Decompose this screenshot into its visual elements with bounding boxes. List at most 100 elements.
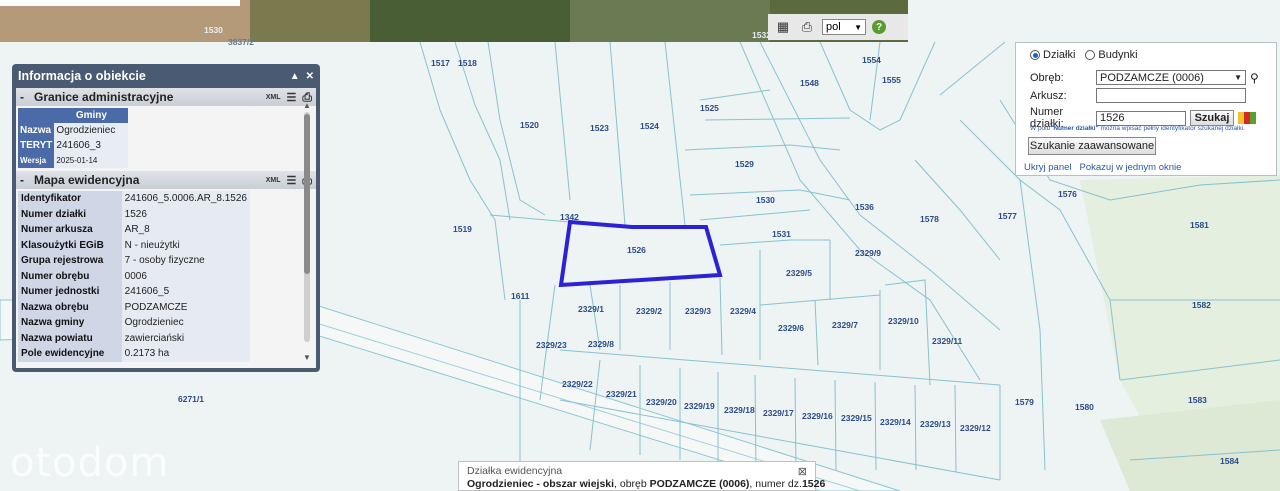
list-icon[interactable]: ☰ <box>287 91 297 104</box>
plot-label: 6271/1 <box>178 394 204 404</box>
xml-icon[interactable]: XML <box>266 177 281 184</box>
row-value: zawierciański <box>121 330 250 346</box>
language-select[interactable]: pol ▼ <box>822 19 866 35</box>
plot-label: 1583 <box>1188 395 1207 405</box>
table-row: Nazwa obrębu PODZAMCZE <box>18 299 250 315</box>
plot-label: 1581 <box>1190 220 1209 230</box>
search-icon[interactable]: ⚲ <box>1250 71 1259 85</box>
plot-label: 2329/23 <box>536 340 567 350</box>
section-header-admin[interactable]: - Granice administracyjne XML ☰ ⎙ <box>16 88 316 106</box>
row-value: PODZAMCZE <box>121 299 250 315</box>
hide-panel-link[interactable]: Ukryj panel <box>1024 162 1072 173</box>
scroll-up-icon[interactable]: ▲ <box>303 101 310 110</box>
table-row: Nazwa gminy Ogrodzieniec <box>18 315 250 331</box>
section-header-parcel[interactable]: - Mapa ewidencyjna XML ☰ ⎙ <box>16 171 316 189</box>
table-icon[interactable]: ▦ <box>774 18 792 36</box>
plot-label: 2329/15 <box>841 413 872 423</box>
info-panel-title: Informacja o obiekcie <box>18 69 146 83</box>
radio-parcels-label: Działki <box>1043 49 1076 61</box>
advanced-search-button[interactable]: Szukanie zaawansowane <box>1028 137 1156 155</box>
plot-label: 2329/11 <box>932 336 963 346</box>
plot-label: 1530 <box>756 195 775 205</box>
plot-label: 2329/13 <box>920 419 951 429</box>
plot-label: 2329/20 <box>646 397 677 407</box>
xml-icon[interactable]: XML <box>266 94 281 101</box>
parcel-number-input[interactable]: 1526 <box>1096 110 1186 126</box>
plot-label: 1525 <box>700 103 719 113</box>
info-panel-header[interactable]: Informacja o obiekcie ▲ ✕ <box>14 66 318 86</box>
row-label: Pole ewidencyjne <box>18 346 122 362</box>
plot-label: 1524 <box>640 121 659 131</box>
row-label: Numer obrębu <box>18 268 122 284</box>
plot-label: 2329/17 <box>763 408 794 418</box>
row-label: Grupa rejestrowa <box>18 253 122 269</box>
admin-table: Gminy Nazwa Ogrodzieniec TERYT 241606_3 … <box>18 108 129 168</box>
row-value: 2025-01-14 <box>54 153 129 168</box>
plot-label: 1580 <box>1075 402 1094 412</box>
scroll-thumb[interactable] <box>304 114 310 274</box>
radio-parcels[interactable] <box>1030 50 1040 60</box>
radio-buildings[interactable] <box>1085 50 1096 60</box>
close-icon[interactable]: ✕ <box>306 71 314 82</box>
table-header: Gminy <box>54 108 129 123</box>
collapse-minus-icon[interactable]: - <box>20 90 34 104</box>
chevron-down-icon: ▼ <box>854 22 862 32</box>
table-row: Numer jednostki 241606_5 <box>18 284 250 300</box>
parcel-table: Identyfikator 241606_5.0006.AR_8.1526 Nume… <box>18 191 250 362</box>
close-icon[interactable]: ⊠ <box>798 465 807 478</box>
table-row: Grupa rejestrowa 7 - osoby fizyczne <box>18 253 250 269</box>
table-row: Klasoużytki EGiB N - nieużytki <box>18 237 250 253</box>
plot-label: 1579 <box>1015 397 1034 407</box>
popup-commune: Ogrodzieniec - obszar wiejski <box>467 478 615 490</box>
sheet-label: Arkusz: <box>1030 89 1067 102</box>
list-icon[interactable]: ☰ <box>287 174 297 187</box>
status-legend-icon <box>1238 112 1256 124</box>
plot-label: 2329/7 <box>832 320 858 330</box>
table-row: Wersja 2025-01-14 <box>18 153 129 168</box>
table-row: TERYT 241606_3 <box>18 138 129 153</box>
section-title: Mapa ewidencyjna <box>34 173 140 187</box>
language-value: pol <box>826 21 841 33</box>
plot-label: 2329/12 <box>960 423 991 433</box>
help-icon[interactable]: ? <box>872 20 886 34</box>
table-row: Numer obrębu 0006 <box>18 268 250 284</box>
plot-label: 2329/3 <box>685 306 711 316</box>
precinct-select[interactable]: PODZAMCZE (0006) ▼ <box>1096 70 1246 85</box>
search-hint: W polu "Numer działki" można wpisać pełn… <box>1030 125 1245 132</box>
sheet-input[interactable] <box>1096 88 1246 103</box>
collapse-minus-icon[interactable]: - <box>20 173 34 187</box>
row-label: Nazwa gminy <box>18 315 122 331</box>
status-green <box>1250 112 1256 124</box>
plot-label: 2329/2 <box>636 306 662 316</box>
print-icon[interactable]: ⎙ <box>798 18 816 36</box>
chevron-down-icon: ▼ <box>1234 73 1242 82</box>
scroll-down-icon[interactable]: ▼ <box>303 353 310 360</box>
plot-label: 1523 <box>590 123 609 133</box>
plot-label: 2329/1 <box>578 304 604 314</box>
plot-label: 1554 <box>862 55 881 65</box>
plot-label: 1530 <box>204 25 223 35</box>
plot-label: 1526 <box>627 245 646 255</box>
hint-pre: W polu <box>1030 125 1051 132</box>
plot-label: 1518 <box>458 58 477 68</box>
info-panel-body: - Granice administracyjne XML ☰ ⎙ Gminy … <box>16 88 316 368</box>
popup-title: Działka ewidencyjna <box>467 465 563 477</box>
row-label: Numer arkusza <box>18 222 122 238</box>
plot-label: 2329/8 <box>588 339 614 349</box>
plot-label: 1578 <box>920 214 939 224</box>
plot-label: 1536 <box>855 202 874 212</box>
search-button[interactable]: Szukaj <box>1190 110 1234 126</box>
row-value: 0006 <box>121 268 250 284</box>
one-window-link[interactable]: Pokazuj w jednym oknie <box>1080 162 1182 173</box>
row-label: Nazwa <box>18 123 55 138</box>
row-value: AR_8 <box>121 222 250 238</box>
collapse-icon[interactable]: ▲ <box>290 71 300 82</box>
plot-label: 2329/21 <box>606 389 637 399</box>
plot-label: 1519 <box>453 224 472 234</box>
row-value: 7 - osoby fizyczne <box>121 253 250 269</box>
plot-label: 1576 <box>1058 189 1077 199</box>
plot-label: 1582 <box>1192 300 1211 310</box>
scrollbar[interactable]: ▲ ▼ <box>302 100 310 360</box>
row-label: Klasoużytki EGiB <box>18 237 122 253</box>
plot-label: 1520 <box>520 120 539 130</box>
